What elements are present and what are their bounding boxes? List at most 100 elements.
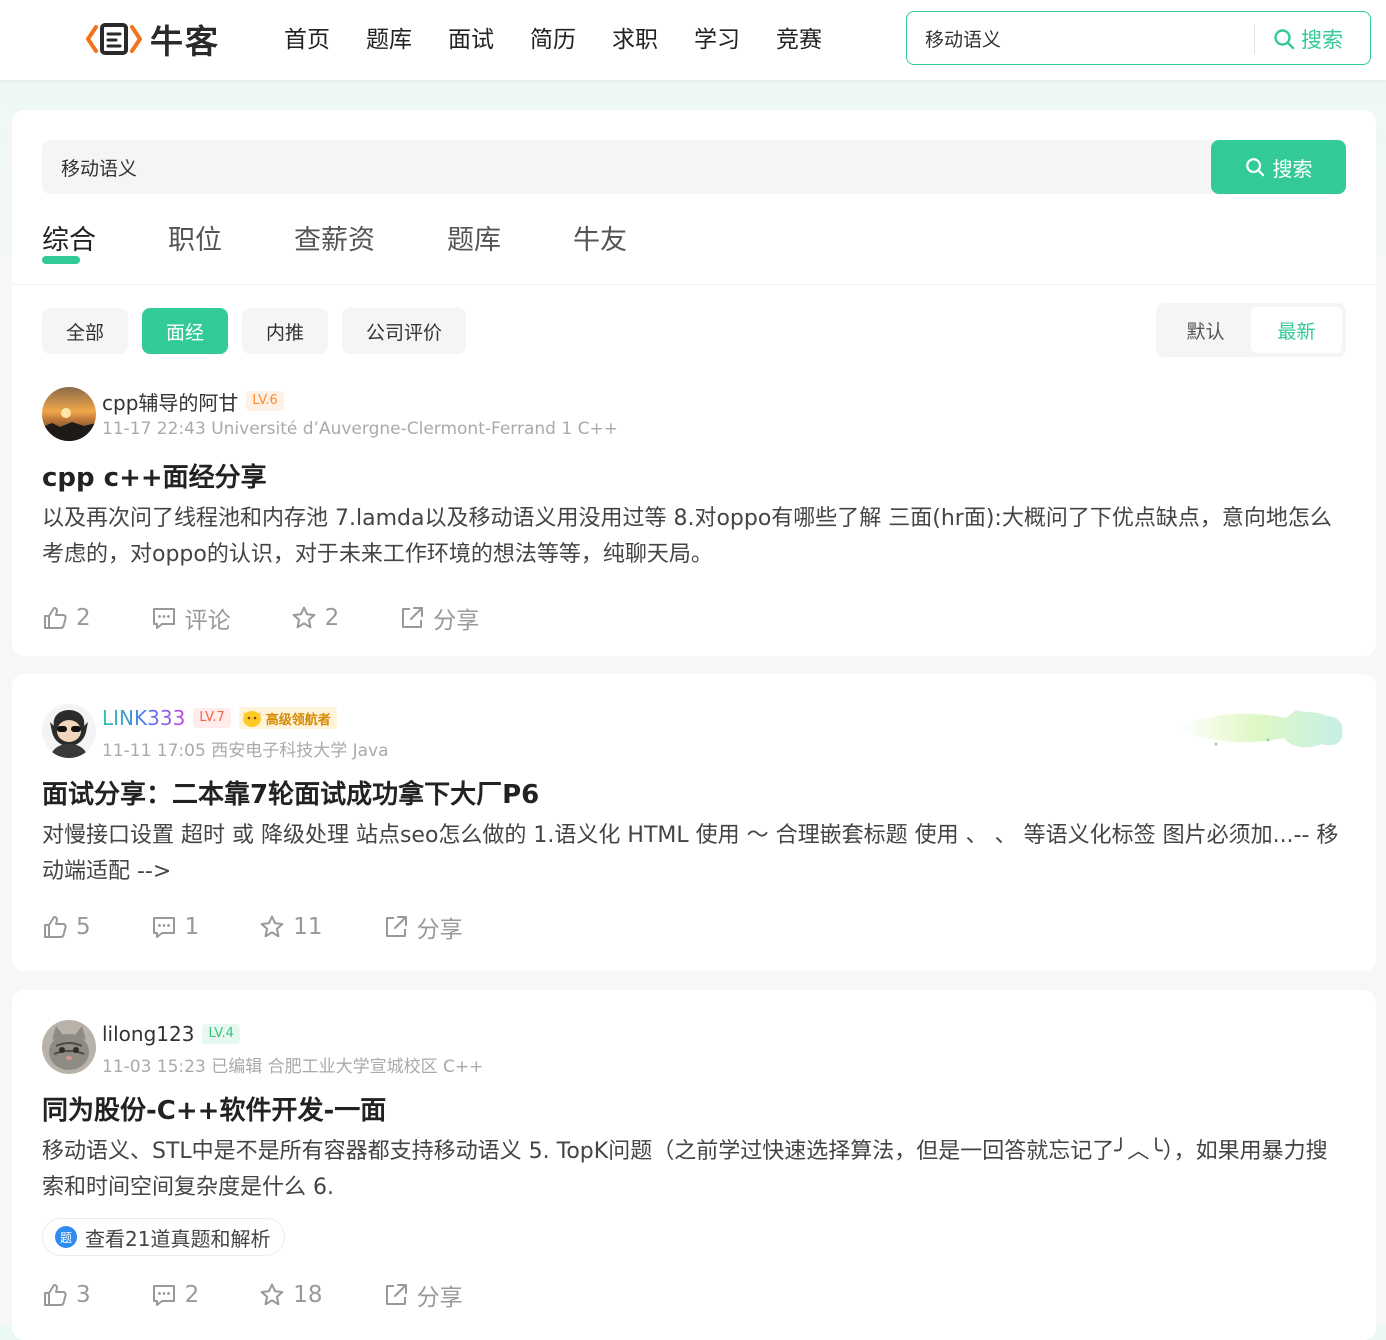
question-bank-tag[interactable]: 题 查看21道真题和解析 <box>42 1218 286 1256</box>
favorite-count: 11 <box>293 914 323 940</box>
like-button[interactable]: 5 <box>42 914 91 940</box>
avatar-image <box>42 1020 96 1074</box>
brand-name: 牛客 <box>150 22 220 61</box>
post-title[interactable]: cpp c++面经分享 <box>42 457 267 494</box>
avatar-image <box>42 704 96 758</box>
comment-button[interactable]: 2 <box>151 1282 199 1308</box>
main-nav: 首页 题库 面试 简历 求职 学习 竞赛 <box>284 22 822 58</box>
share-button[interactable]: 分享 <box>383 1278 463 1312</box>
filter-all[interactable]: 全部 <box>42 308 129 354</box>
author-name[interactable]: LINK333 <box>102 706 185 730</box>
nav-jobs[interactable]: 求职 <box>612 22 658 58</box>
star-icon <box>292 606 316 629</box>
post-item: LINK333 LV.7 高级领航者 11-11 17:05 西安电子科技大学 … <box>42 704 1346 944</box>
like-count: 5 <box>76 914 91 940</box>
question-bank-tag-label: 查看21道真题和解析 <box>85 1226 271 1251</box>
star-icon <box>260 1283 284 1306</box>
post-excerpt[interactable]: 移动语义、STL中是不是所有容器都支持移动语义 5. TopK问题（之前学过快速… <box>42 1134 1342 1206</box>
author-row: lilong123 LV.4 <box>102 1020 240 1048</box>
favorite-count: 2 <box>324 605 340 631</box>
comment-count: 1 <box>184 914 200 940</box>
medal-badge: 高级领航者 <box>238 707 337 729</box>
divider <box>12 284 1376 285</box>
top-search-input[interactable] <box>925 22 1245 54</box>
filter-interview-experience[interactable]: 面经 <box>142 308 229 354</box>
filter-referral[interactable]: 内推 <box>242 308 329 354</box>
comment-icon <box>152 608 175 629</box>
share-icon <box>385 1284 407 1305</box>
tab-all[interactable]: 综合 <box>42 222 96 264</box>
author-name[interactable]: cpp辅导的阿甘 <box>102 387 238 416</box>
filter-chips: 全部 面经 内推 公司评价 <box>42 308 467 354</box>
post-item: cpp辅导的阿甘 LV.6 11-17 22:43 Université d’A… <box>42 387 1346 634</box>
post-meta: 11-03 15:23 已编辑 合肥工业大学宣城校区 C++ <box>102 1057 484 1077</box>
logo-icon <box>86 23 142 55</box>
favorite-count: 18 <box>293 1282 323 1308</box>
comment-icon <box>152 1285 175 1306</box>
nav-home[interactable]: 首页 <box>284 22 330 58</box>
post-actions: 3 2 18 分享 <box>42 1278 523 1312</box>
tab-questions[interactable]: 题库 <box>447 222 501 260</box>
top-search-button[interactable]: 搜索 <box>1273 24 1343 54</box>
avatar[interactable] <box>42 387 96 441</box>
sort-latest[interactable]: 最新 <box>1251 307 1342 353</box>
post-title[interactable]: 同为股份-C++软件开发-一面 <box>42 1090 386 1127</box>
sort-toggle: 默认 最新 <box>1156 303 1346 357</box>
avatar[interactable] <box>42 1020 96 1074</box>
favorite-button[interactable]: 2 <box>291 605 340 631</box>
top-navbar: 牛客 首页 题库 面试 简历 求职 学习 竞赛 搜索 <box>0 0 1386 80</box>
nav-learning[interactable]: 学习 <box>694 22 740 58</box>
tab-jobs[interactable]: 职位 <box>168 222 222 260</box>
share-label: 分享 <box>416 1285 463 1311</box>
post-actions: 2 评论 2 分享 <box>42 601 539 635</box>
comment-icon <box>152 917 175 938</box>
main-search-input[interactable] <box>61 152 1161 182</box>
tab-users[interactable]: 牛友 <box>573 222 627 260</box>
divider <box>1254 24 1255 54</box>
main-search-button-label: 搜索 <box>1272 156 1313 181</box>
post-excerpt[interactable]: 对慢接口设置 超时 或 降级处理 站点seo怎么做的 1.语义化 HTML 使用… <box>42 818 1342 890</box>
post-meta: 11-11 17:05 西安电子科技大学 Java <box>102 741 389 761</box>
level-badge: LV.4 <box>202 1024 240 1044</box>
question-badge-icon: 题 <box>55 1226 77 1248</box>
favorite-button[interactable]: 18 <box>259 1282 323 1308</box>
avatar-image <box>42 387 96 441</box>
star-icon <box>260 915 284 938</box>
share-button[interactable]: 分享 <box>383 910 463 944</box>
level-badge: LV.6 <box>246 391 284 411</box>
author-name[interactable]: lilong123 <box>102 1022 194 1046</box>
post-excerpt[interactable]: 以及再次问了线程池和内存池 7.lamda以及移动语义用没用过等 8.对oppo… <box>42 501 1342 573</box>
post-card: LINK333 LV.7 高级领航者 11-11 17:05 西安电子科技大学 … <box>12 674 1376 971</box>
search-results-card: 搜索 综合 职位 查薪资 题库 牛友 全部 面经 内推 公司评价 默认 最新 c… <box>12 110 1376 656</box>
share-button[interactable]: 分享 <box>399 601 479 635</box>
comment-button[interactable]: 1 <box>151 914 200 940</box>
share-icon <box>385 916 407 937</box>
avatar[interactable] <box>42 704 96 758</box>
favorite-button[interactable]: 11 <box>259 914 323 940</box>
level-badge: LV.7 <box>193 708 231 728</box>
sort-default[interactable]: 默认 <box>1160 307 1251 353</box>
post-meta: 11-17 22:43 Université d’Auvergne-Clermo… <box>102 419 618 439</box>
filter-company-review[interactable]: 公司评价 <box>342 308 467 354</box>
thumbs-up-icon <box>44 1284 67 1306</box>
post-item: lilong123 LV.4 11-03 15:23 已编辑 合肥工业大学宣城校… <box>42 1020 1346 1330</box>
nav-resume[interactable]: 简历 <box>530 22 576 58</box>
logo[interactable]: 牛客 <box>86 18 220 61</box>
post-title[interactable]: 面试分享：二本靠7轮面试成功拿下大厂P6 <box>42 774 539 811</box>
main-search-button[interactable]: 搜索 <box>1211 140 1346 194</box>
top-search-box: 搜索 <box>906 11 1371 65</box>
nav-interview[interactable]: 面试 <box>448 22 494 58</box>
author-row: cpp辅导的阿甘 LV.6 <box>102 387 284 415</box>
like-button[interactable]: 2 <box>42 605 91 631</box>
search-icon <box>1274 29 1295 50</box>
medal-label: 高级领航者 <box>265 712 331 728</box>
author-row: LINK333 LV.7 高级领航者 <box>102 704 337 732</box>
comment-label: 评论 <box>184 608 231 634</box>
nav-question-bank[interactable]: 题库 <box>366 22 412 58</box>
main-search-box: 搜索 <box>42 140 1346 194</box>
tab-salary[interactable]: 查薪资 <box>294 222 375 260</box>
tab-label: 综合 <box>42 225 96 256</box>
like-button[interactable]: 3 <box>42 1282 91 1308</box>
comment-button[interactable]: 评论 <box>151 601 231 635</box>
nav-contest[interactable]: 竞赛 <box>776 22 822 58</box>
